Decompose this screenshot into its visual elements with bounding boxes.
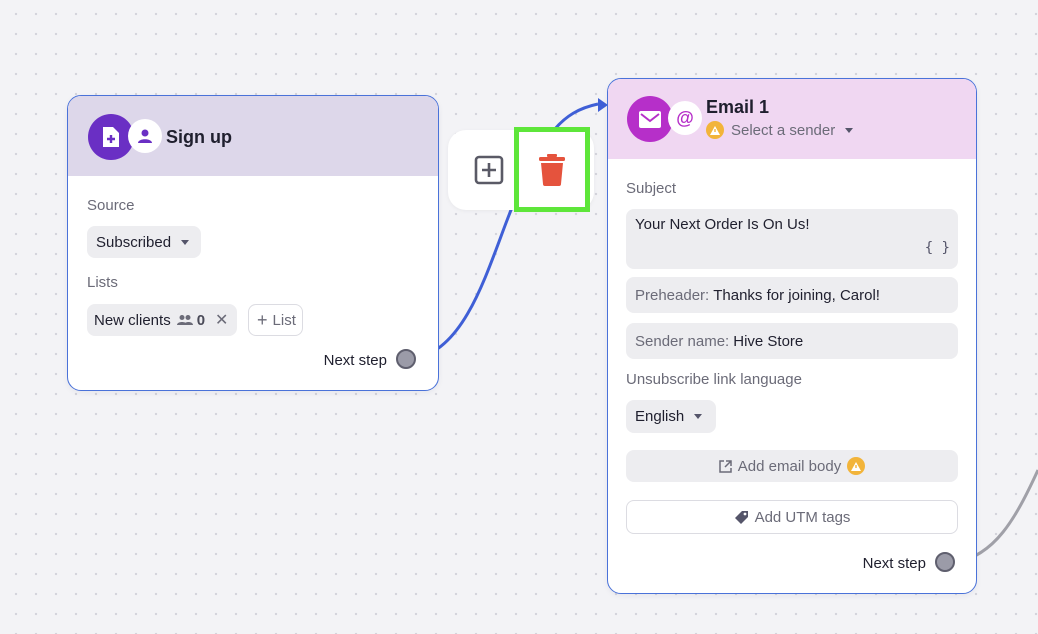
- unsubscribe-label: Unsubscribe link language: [626, 371, 802, 388]
- add-utm-tags-button[interactable]: Add UTM tags: [626, 500, 958, 534]
- preheader-field[interactable]: Preheader: Thanks for joining, Carol!: [626, 277, 958, 313]
- email-node[interactable]: @ Email 1 Select a sender Subject Your N…: [607, 78, 977, 594]
- sender-placeholder: Select a sender: [731, 121, 836, 139]
- plus-square-icon: [474, 155, 504, 185]
- trash-icon: [539, 153, 565, 186]
- add-utm-tags-label: Add UTM tags: [754, 508, 851, 526]
- preheader-label: Preheader:: [635, 286, 710, 304]
- email-next-step-label: Next step: [862, 555, 926, 572]
- subject-field[interactable]: Your Next Order Is On Us! { }: [626, 209, 958, 269]
- sender-name-label: Sender name:: [635, 332, 730, 350]
- source-dropdown[interactable]: Subscribed: [87, 226, 202, 258]
- tag-icon: [734, 510, 748, 524]
- people-icon: [176, 314, 193, 326]
- signup-title: Sign up: [166, 127, 232, 147]
- remove-list-icon[interactable]: ✕: [215, 310, 228, 330]
- list-chip: New clients 0 ✕: [87, 304, 238, 336]
- signup-next-step-handle[interactable]: [396, 349, 416, 369]
- external-link-icon: [719, 459, 732, 473]
- warning-icon: [847, 457, 866, 475]
- email-next-step-handle[interactable]: [935, 552, 955, 572]
- plus-icon: +: [257, 310, 268, 330]
- lists-label: Lists: [87, 274, 118, 291]
- language-value: English: [635, 408, 685, 425]
- subject-value: Your Next Order Is On Us!: [635, 216, 810, 233]
- user-icon: [128, 119, 162, 153]
- chevron-down-icon: [845, 127, 854, 133]
- sender-select[interactable]: Select a sender: [706, 121, 854, 139]
- sender-name-field[interactable]: Sender name: Hive Store: [626, 323, 958, 359]
- list-chip-name: New clients: [94, 311, 171, 329]
- envelope-icon: [627, 96, 673, 142]
- source-label: Source: [87, 197, 135, 214]
- signup-node[interactable]: Sign up Source Subscribed Lists New clie…: [67, 95, 439, 391]
- language-dropdown[interactable]: English: [626, 400, 717, 433]
- add-step-button[interactable]: [472, 153, 506, 187]
- chevron-down-icon: [694, 414, 703, 419]
- at-sign-icon: @: [668, 101, 702, 135]
- insert-variable-button[interactable]: { }: [925, 240, 950, 256]
- warning-icon: [706, 121, 724, 139]
- subject-label: Subject: [626, 180, 677, 197]
- delete-step-button[interactable]: [514, 127, 590, 212]
- source-value: Subscribed: [96, 233, 172, 251]
- list-chip-count: 0: [196, 311, 206, 329]
- signup-next-step-label: Next step: [323, 352, 387, 369]
- add-email-body-button[interactable]: Add email body: [626, 450, 958, 482]
- preheader-value: Thanks for joining, Carol!: [713, 286, 880, 304]
- add-list-label: List: [272, 311, 296, 329]
- email-title: Email 1: [706, 97, 770, 117]
- add-list-button[interactable]: + List: [248, 304, 303, 336]
- chevron-down-icon: [181, 239, 190, 245]
- sender-name-value: Hive Store: [733, 332, 804, 350]
- add-email-body-label: Add email body: [737, 457, 842, 475]
